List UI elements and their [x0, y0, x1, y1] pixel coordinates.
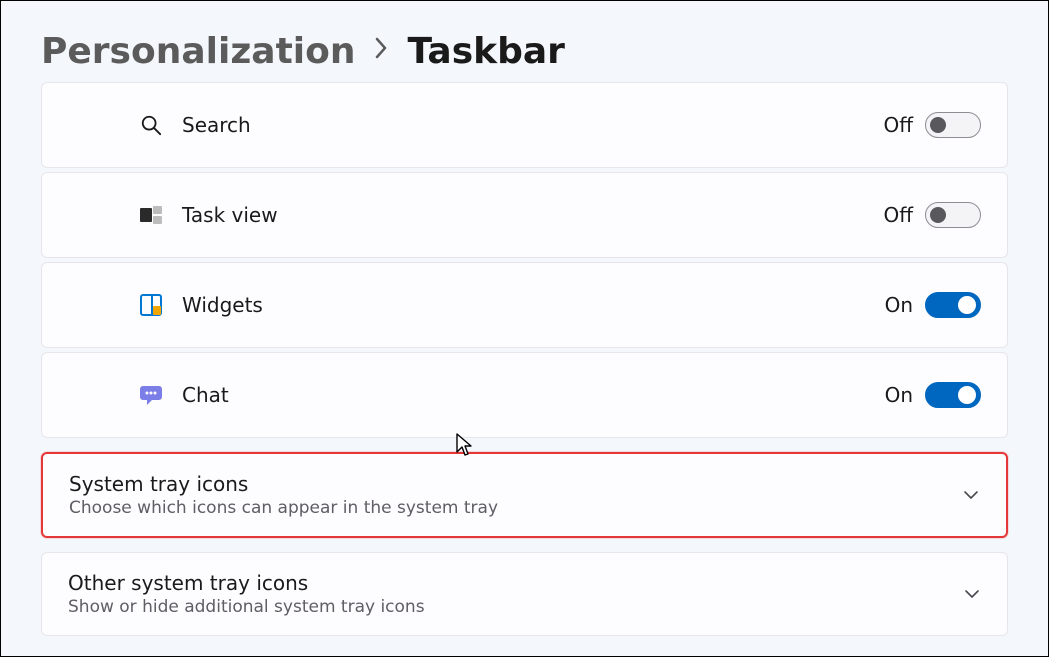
toggle-chat[interactable]	[925, 382, 981, 408]
section-system-tray-icons[interactable]: System tray icons Choose which icons can…	[41, 452, 1008, 538]
item-label: Task view	[182, 203, 879, 227]
toggle-state-text: On	[879, 293, 913, 317]
section-subtitle: Show or hide additional system tray icon…	[68, 597, 963, 617]
toggle-widgets[interactable]	[925, 292, 981, 318]
breadcrumb: Personalization Taskbar	[1, 1, 1048, 82]
widgets-icon	[138, 292, 164, 318]
item-label: Chat	[182, 383, 879, 407]
chat-icon	[138, 382, 164, 408]
item-task-view[interactable]: Task view Off	[41, 172, 1008, 258]
section-other-system-tray-icons[interactable]: Other system tray icons Show or hide add…	[41, 552, 1008, 636]
item-chat[interactable]: Chat On	[41, 352, 1008, 438]
section-title: Other system tray icons	[68, 571, 963, 595]
item-label: Widgets	[182, 293, 879, 317]
section-subtitle: Choose which icons can appear in the sys…	[69, 498, 962, 518]
breadcrumb-current: Taskbar	[407, 31, 564, 72]
toggle-task-view[interactable]	[925, 202, 981, 228]
item-widgets[interactable]: Widgets On	[41, 262, 1008, 348]
chevron-down-icon	[963, 585, 981, 603]
item-label: Search	[182, 113, 879, 137]
section-title: System tray icons	[69, 472, 962, 496]
toggle-state-text: Off	[879, 113, 913, 137]
toggle-search[interactable]	[925, 112, 981, 138]
breadcrumb-parent-link[interactable]: Personalization	[41, 31, 355, 72]
toggle-state-text: On	[879, 383, 913, 407]
chevron-down-icon	[962, 486, 980, 504]
toggle-state-text: Off	[879, 203, 913, 227]
item-search[interactable]: Search Off	[41, 82, 1008, 168]
task-view-icon	[138, 202, 164, 228]
chevron-right-icon	[373, 35, 389, 68]
search-icon	[138, 112, 164, 138]
taskbar-items-group: Search Off Task view Off Widgets On Chat	[41, 82, 1008, 438]
